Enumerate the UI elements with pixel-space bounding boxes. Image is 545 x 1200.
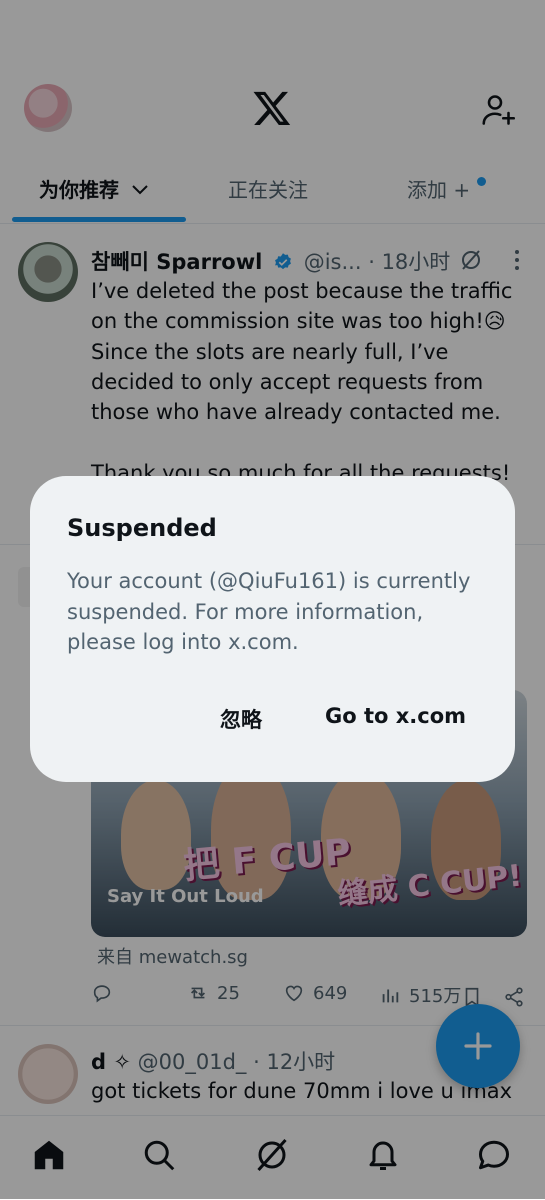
dialog-title: Suspended	[67, 514, 217, 542]
suspended-dialog: Suspended Your account (@QiuFu161) is cu…	[30, 476, 515, 782]
go-to-x-button[interactable]: Go to x.com	[325, 704, 466, 728]
app-screen: 为你推荐 正在关注 添加 + 참빼미 Sparrowl @is... · 18小…	[0, 0, 545, 1200]
dialog-message: Your account (@QiuFu161) is currently su…	[67, 569, 471, 654]
ignore-button[interactable]: 忽略	[220, 704, 262, 734]
